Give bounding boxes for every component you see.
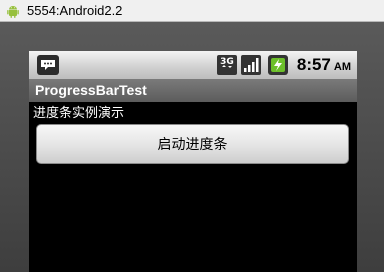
android-logo-icon bbox=[7, 5, 19, 18]
window-title: 5554:Android2.2 bbox=[27, 3, 123, 18]
3g-network-icon: 3G bbox=[217, 55, 237, 75]
phone-screen: 3G 8:57 AM ProgressBarTest 进度条实例演示 启动进度条 bbox=[29, 51, 357, 272]
emulator-titlebar: 5554:Android2.2 bbox=[0, 0, 384, 22]
clock-time: 8:57 bbox=[296, 55, 331, 74]
start-progress-button[interactable]: 启动进度条 bbox=[36, 124, 349, 164]
status-bar: 3G 8:57 AM bbox=[29, 51, 357, 79]
app-title-bar: ProgressBarTest bbox=[29, 79, 357, 102]
emulator-window: 5554:Android2.2 3G 8:57 AM ProgressBarTe… bbox=[0, 0, 384, 272]
signal-strength-icon bbox=[241, 55, 261, 75]
app-content: 进度条实例演示 启动进度条 bbox=[29, 102, 357, 272]
clock-ampm: AM bbox=[333, 61, 351, 73]
description-label: 进度条实例演示 bbox=[33, 106, 125, 121]
status-clock: 8:57 AM bbox=[297, 54, 351, 76]
network-type-label: 3G bbox=[220, 57, 234, 67]
battery-charging-icon bbox=[268, 55, 288, 75]
notification-icon[interactable] bbox=[36, 54, 60, 76]
